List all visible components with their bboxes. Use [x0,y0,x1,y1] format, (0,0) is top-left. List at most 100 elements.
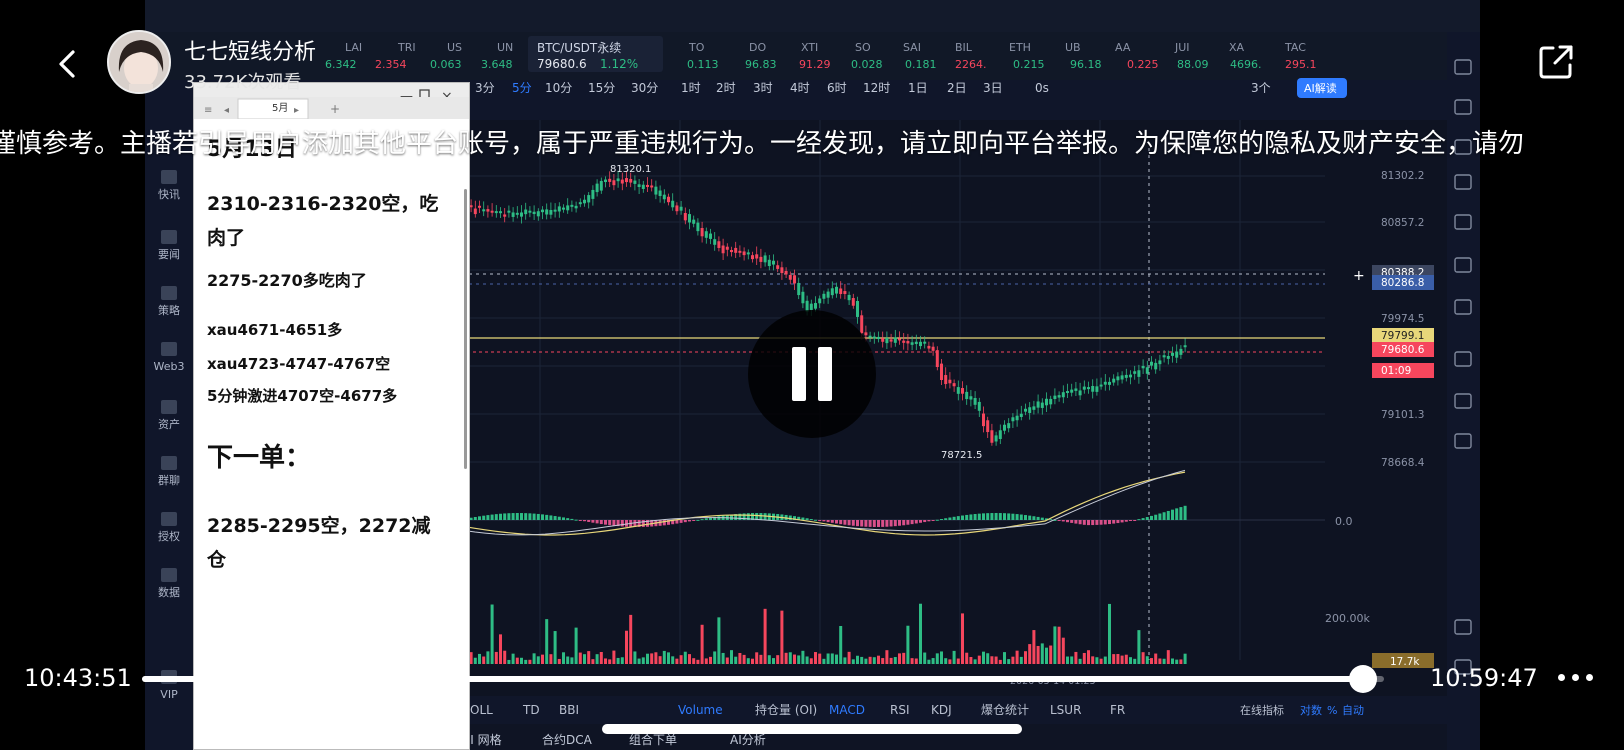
volume-bar [566,656,570,664]
macd-bar [1120,520,1124,523]
pause-icon [792,347,806,401]
volume-bar [541,654,544,664]
candle-body [952,383,956,387]
left-letterbox [0,0,145,750]
ticker-value: 0.225 [1127,58,1159,71]
volume-bar [1024,651,1027,664]
more-dots-icon[interactable] [1556,666,1596,690]
macd-bar [604,520,607,525]
pause-button[interactable] [748,310,876,438]
candle-body [650,185,654,188]
volume-bar [599,651,603,664]
macd-bar [1074,520,1078,524]
volume-bar [864,658,868,664]
macd-bar [1166,510,1170,520]
notepad-line: 2285-2295空，2272减 [207,515,431,537]
candle-body [1183,345,1187,348]
volume-bar [1011,656,1015,664]
sidebar-icon [161,568,177,582]
progress-bar[interactable] [142,665,1384,693]
volume-bar [671,656,675,664]
volume-bar [507,659,511,664]
candle-body [1120,375,1124,380]
volume-bar [1133,658,1137,664]
notepad-scrollbar[interactable] [464,189,467,469]
candle-body [772,260,775,265]
timeframe-3时: 3时 [753,81,773,95]
macd-bar [885,520,889,527]
volume-bar [893,657,897,664]
macd-bar [700,519,704,521]
timeframe-6时: 6时 [827,81,847,95]
volume-axis-label: 200.00k [1325,612,1370,625]
indicator-tab: MACD [829,703,865,717]
volume-bar [1099,658,1103,664]
timeframe-2日: 2日 [947,81,967,95]
macd-bar [835,520,838,524]
volume-bar [755,652,759,664]
chevron-left-icon[interactable] [48,44,88,84]
notepad-tabbar[interactable]: ≡ ◂ ▸ + 5月 [194,97,469,120]
volume-bar [776,655,780,664]
volume-bar [570,657,574,664]
candle-body [1129,374,1132,378]
ticker-symbol: XA [1229,41,1245,54]
timeframe-3日: 3日 [983,81,1003,95]
volume-bar [1078,658,1082,664]
macd-bar [1112,520,1116,524]
streamer-name[interactable]: 七七短线分析 [184,34,316,66]
toolbar-count: 3个 [1251,81,1271,95]
candle-body [801,291,805,304]
macd-bar [923,520,927,523]
candle-body [490,210,494,213]
volume-bar [1171,658,1174,664]
candle-body [830,288,834,296]
macd-bar [562,517,565,520]
share-out-icon[interactable] [1536,42,1576,82]
sidebar-item-label: 要闻 [158,247,180,261]
notepad-tab-label[interactable]: 5月 [272,99,288,114]
indicator-tab: FR [1110,703,1125,717]
volume-bar [721,652,725,664]
indicator-option: 在线指标 [1240,703,1284,717]
volume-bar [1032,630,1036,664]
macd-bar [931,520,935,521]
notepad-line: 下一单： [207,443,312,473]
candle-body [944,375,948,385]
macd-bar [478,516,481,520]
toolbar-seconds: 0s [1035,81,1049,95]
candle-body [835,286,838,294]
price-axis-label: 80286.8 [1381,277,1424,289]
volume-bar [536,656,540,664]
crosshair-plus-icon: + [1353,268,1365,284]
candle-body [641,184,645,189]
volume-bar [801,650,805,664]
macd-bar [503,513,507,520]
price-axis-label: 80857.2 [1381,217,1424,229]
ticker-value: 96.83 [745,58,777,71]
home-indicator[interactable] [602,724,1022,734]
volume-bar [604,658,607,664]
macd-bar [1015,514,1019,520]
candle-body [717,241,721,248]
macd-bar [608,520,612,526]
candle-body [998,430,1002,439]
avatar[interactable] [107,30,171,94]
macd-bar [902,520,906,526]
volume-bar [595,654,599,664]
volume-bar [574,627,578,664]
candle-body [1053,395,1057,400]
candle-body [742,251,746,256]
candle-body [751,255,754,260]
macd-bar [490,514,494,520]
macd-bar [1057,520,1061,521]
candle-body [612,180,616,186]
ticker-value: 96.18 [1070,58,1102,71]
candle-body [1082,386,1086,390]
macd-bar [986,513,990,520]
candle-body [557,206,561,212]
volume-bar [646,653,649,664]
candle-body [1003,424,1006,431]
volume-bar [923,652,927,664]
volume-bar [851,659,855,664]
